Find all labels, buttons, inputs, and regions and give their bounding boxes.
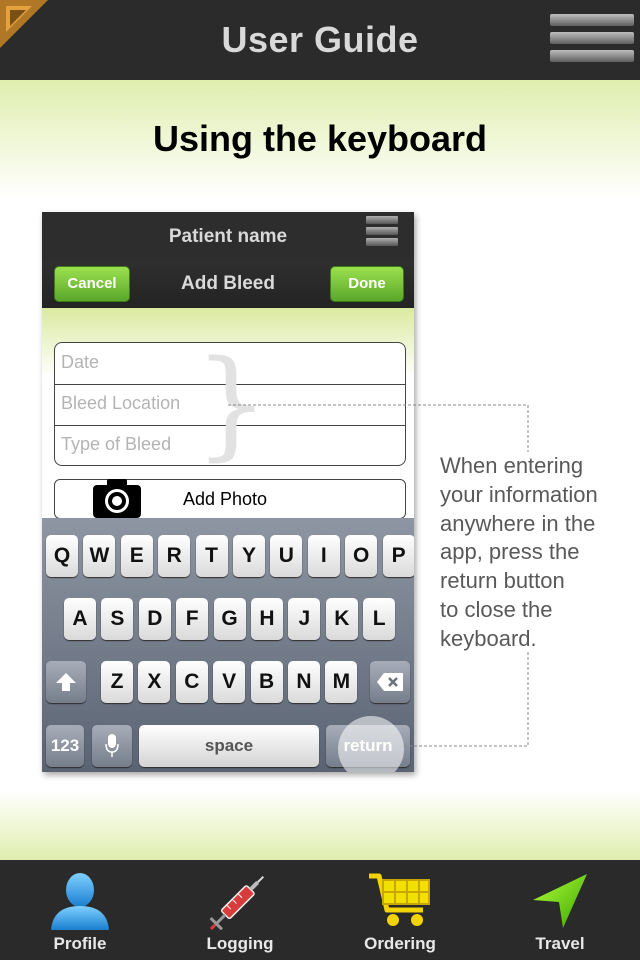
tab-travel[interactable]: Travel — [480, 860, 640, 960]
instruction-line: keyboard. — [440, 625, 537, 651]
tab-logging-label: Logging — [206, 934, 274, 953]
location-arrow-icon — [533, 874, 587, 928]
instruction-line: to close the — [440, 596, 553, 622]
instruction-line: When entering — [440, 453, 584, 478]
tab-profile-label: Profile — [53, 934, 107, 953]
tab-logging[interactable]: Logging — [160, 860, 320, 960]
instruction-line: anywhere in the — [440, 510, 596, 536]
instruction-line: return button — [440, 568, 565, 594]
instruction-text: When entering your information anywhere … — [440, 452, 630, 654]
instruction-line: app, press the — [440, 539, 580, 565]
tab-ordering-label: Ordering — [364, 934, 436, 953]
cart-icon — [369, 873, 430, 926]
tab-travel-label: Travel — [535, 934, 585, 953]
person-icon — [51, 873, 109, 930]
tab-bar: Profile Logging Ordering Travel — [0, 860, 640, 960]
tab-profile[interactable]: Profile — [0, 860, 160, 960]
tab-ordering[interactable]: Ordering — [320, 860, 480, 960]
instruction-line: your information — [440, 481, 598, 507]
syringe-icon — [209, 875, 265, 930]
